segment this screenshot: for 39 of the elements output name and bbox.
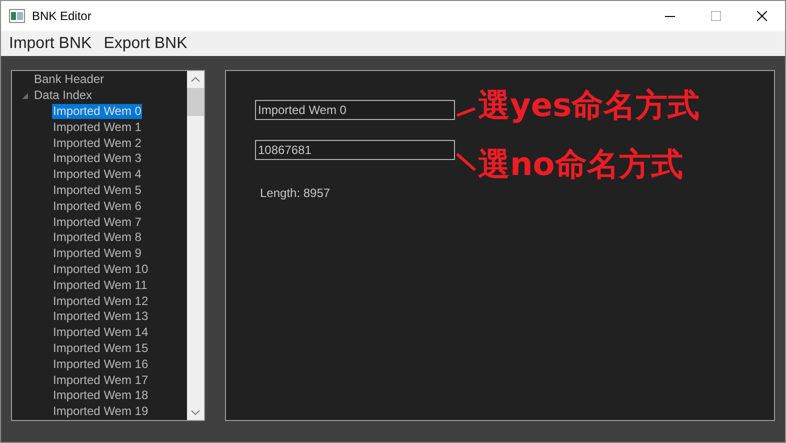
tree-item[interactable]: Imported Wem 15 — [52, 340, 150, 356]
tree-item[interactable]: Imported Wem 9 — [52, 246, 142, 262]
expanded-triangle-icon[interactable] — [22, 92, 28, 99]
tree-item[interactable]: Imported Wem 19 — [52, 404, 150, 420]
tree-item[interactable]: Imported Wem 2 — [52, 136, 142, 151]
tree-item[interactable]: Imported Wem 18 — [52, 388, 150, 404]
tree-item[interactable]: Imported Wem 10 — [52, 262, 150, 277]
tree-item[interactable]: Imported Wem 5 — [52, 182, 142, 198]
leader-line — [456, 153, 476, 171]
menu-item[interactable]: Export BNK — [98, 32, 194, 56]
tree-item[interactable]: Imported Wem 3 — [52, 151, 142, 166]
tree-item[interactable]: Imported Wem 7 — [52, 214, 142, 230]
tree-item[interactable]: Imported Wem 8 — [52, 230, 142, 246]
menu-item[interactable]: Import BNK — [3, 32, 98, 56]
app-icon — [9, 9, 25, 23]
tree-item[interactable]: Data Index — [33, 88, 94, 104]
close-icon — [757, 11, 767, 21]
tree-item[interactable]: Imported Wem 14 — [52, 325, 150, 340]
tree-item[interactable]: Imported Wem 11 — [52, 278, 148, 293]
annotation-text: 選no命名方式 — [478, 144, 683, 184]
tree-item[interactable]: Imported Wem 4 — [52, 167, 142, 182]
scroll-up-icon[interactable] — [191, 77, 200, 82]
tree-item[interactable]: Bank Header — [33, 72, 106, 88]
tree-item[interactable]: Imported Wem 16 — [52, 356, 150, 372]
text-field[interactable]: Imported Wem 0 — [255, 100, 455, 120]
leader-line — [456, 107, 476, 117]
tree-item[interactable]: Imported Wem 1 — [52, 120, 142, 135]
text-field[interactable]: 10867681 — [255, 140, 455, 160]
length-label: Length: 8957 — [260, 185, 332, 202]
tree-item[interactable]: Imported Wem 13 — [52, 309, 150, 324]
window-title: BNK Editor — [32, 8, 92, 25]
maximize-icon — [711, 11, 721, 21]
scroll-thumb[interactable] — [187, 88, 204, 116]
tree-item[interactable]: Imported Wem 12 — [52, 294, 150, 309]
scrollbar[interactable] — [187, 71, 204, 420]
tree-item[interactable]: Imported Wem 17 — [52, 372, 150, 388]
tree-item[interactable]: Imported Wem 6 — [52, 198, 142, 214]
scroll-down-icon[interactable] — [191, 410, 200, 415]
annotation-text: 選yes命名方式 — [478, 85, 700, 125]
